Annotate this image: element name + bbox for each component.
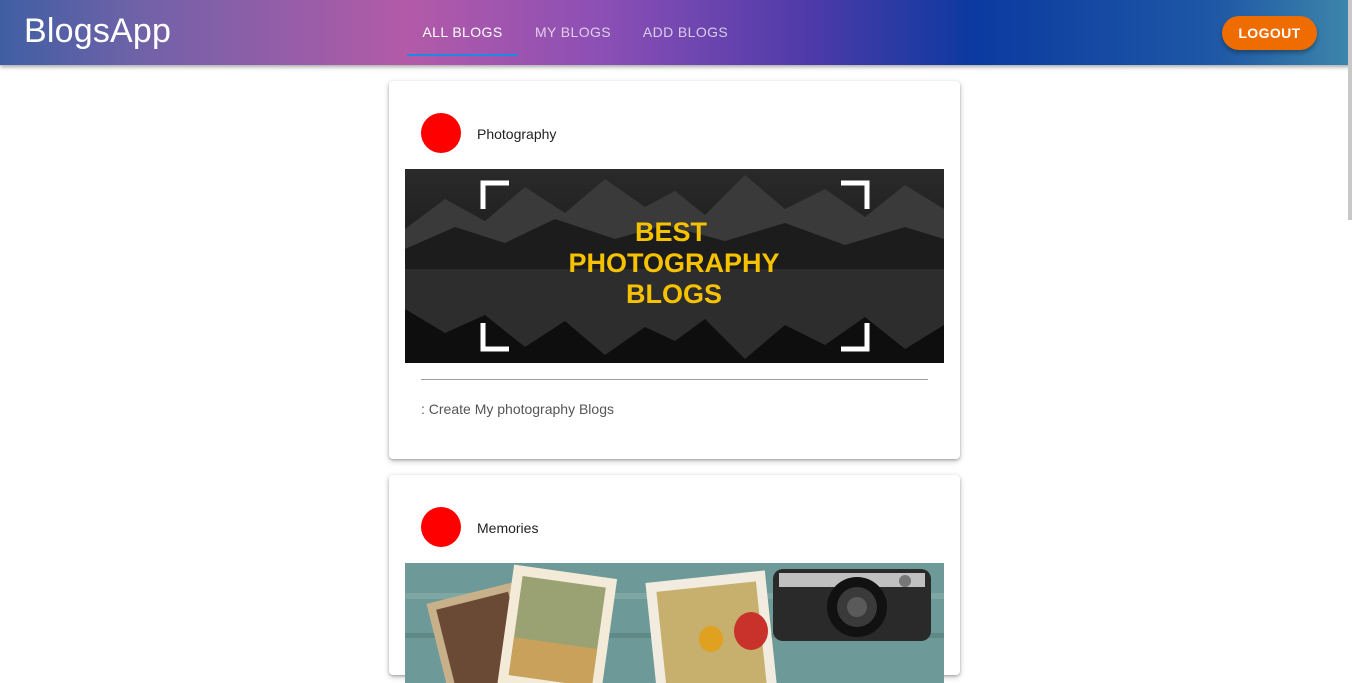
- tab-my-blogs[interactable]: MY BLOGS: [520, 0, 626, 58]
- banner-line-1: BEST: [635, 217, 708, 247]
- brand-title: BlogsApp: [24, 12, 172, 50]
- blog-image: BEST PHOTOGRAPHY BLOGS: [405, 169, 944, 363]
- banner-line-3: BLOGS: [626, 279, 722, 309]
- active-tab-indicator: [407, 54, 518, 56]
- logout-button[interactable]: LOGOUT: [1222, 16, 1317, 50]
- app-bar: BlogsApp ALL BLOGS MY BLOGS ADD BLOGS LO…: [0, 0, 1352, 65]
- page-scrollbar[interactable]: [1348, 0, 1352, 220]
- tab-all-blogs[interactable]: ALL BLOGS: [407, 0, 518, 58]
- tab-add-blogs[interactable]: ADD BLOGS: [628, 0, 743, 58]
- blog-image: [405, 563, 944, 683]
- card-divider: [421, 379, 928, 380]
- avatar: [421, 113, 461, 153]
- blog-card: Photography BEST PHOTOGRAPHY BLOGS: Cre…: [389, 81, 960, 459]
- blog-card: Memories: [389, 475, 960, 683]
- blog-title: Memories: [477, 520, 539, 536]
- banner-text: BEST PHOTOGRAPHY BLOGS: [568, 217, 779, 309]
- avatar: [421, 507, 461, 547]
- memories-image: [405, 563, 944, 683]
- banner-line-2: PHOTOGRAPHY: [568, 248, 779, 278]
- blog-title: Photography: [477, 126, 557, 142]
- blog-description: : Create My photography Blogs: [421, 401, 614, 417]
